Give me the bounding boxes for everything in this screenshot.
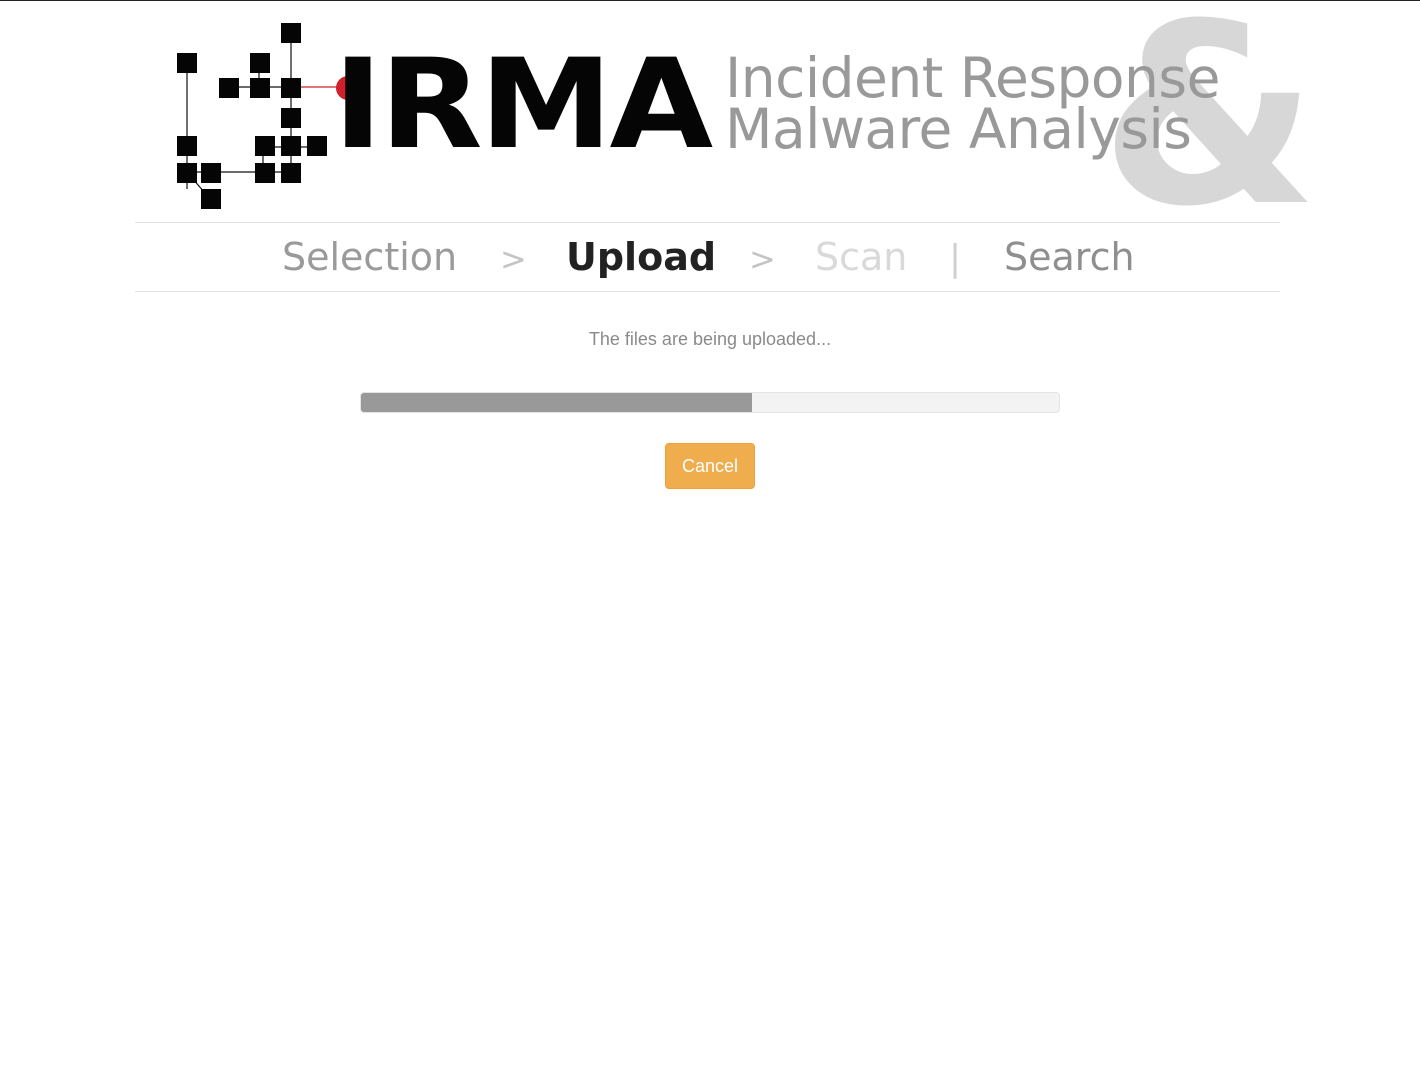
step-separator: | — [949, 238, 962, 279]
upload-progress-fill — [361, 393, 752, 412]
cancel-button[interactable]: Cancel — [665, 443, 755, 489]
step-separator: > — [500, 240, 527, 278]
irma-logo-text: IRMA — [333, 33, 713, 177]
tagline: Incident Response Malware Analysis — [725, 51, 1220, 161]
upload-progress-bar — [360, 392, 1060, 413]
step-search[interactable]: Search — [1004, 233, 1135, 281]
header: IRMA & Incident Response Malware Analysi… — [135, 0, 1318, 241]
step-upload: Upload — [566, 235, 717, 279]
step-scan: Scan — [815, 235, 908, 279]
tagline-line-2: Malware Analysis — [725, 97, 1192, 161]
upload-status-text: The files are being uploaded... — [588, 329, 832, 349]
step-selection[interactable]: Selection — [282, 233, 457, 281]
step-navigation: Selection > Upload > Scan | Search — [135, 222, 1280, 292]
step-separator: > — [749, 240, 776, 278]
